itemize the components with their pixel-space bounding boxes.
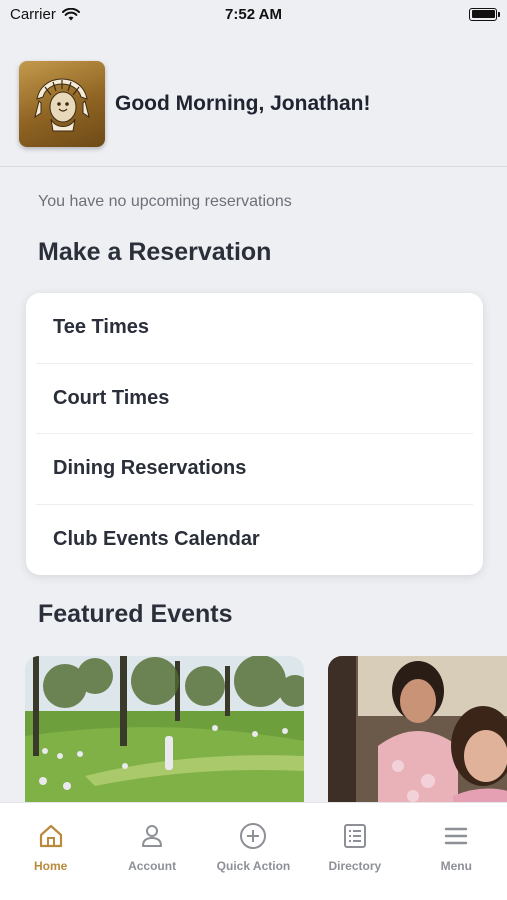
featured-events-carousel[interactable] (25, 656, 507, 802)
event-image-golf-course (25, 656, 304, 802)
header: Good Morning, Jonathan! (19, 60, 488, 148)
event-image-members (328, 656, 507, 802)
club-logo (19, 61, 105, 147)
tab-home-label: Home (34, 859, 68, 873)
tab-menu[interactable]: Menu (406, 821, 507, 900)
event-card-golf-course[interactable] (25, 656, 304, 802)
tab-account[interactable]: Account (102, 821, 203, 900)
dining-reservations-button[interactable]: Dining Reservations (36, 434, 473, 505)
battery-icon (469, 7, 500, 21)
header-divider (0, 166, 507, 167)
tab-directory[interactable]: Directory (304, 821, 405, 900)
status-bar: Carrier 7:52 AM (0, 0, 507, 28)
person-icon (140, 821, 164, 851)
carrier-label: Carrier (10, 5, 56, 23)
hamburger-icon (444, 821, 468, 851)
tab-quick-action[interactable]: Quick Action (203, 821, 304, 900)
reservation-options-card: Tee Times Court Times Dining Reservation… (26, 293, 483, 575)
tab-home[interactable]: Home (0, 821, 101, 900)
featured-events-title: Featured Events (38, 600, 233, 628)
list-icon (343, 821, 367, 851)
court-times-button[interactable]: Court Times (36, 364, 473, 434)
tab-directory-label: Directory (328, 859, 382, 873)
wifi-icon (61, 7, 80, 21)
event-card-members[interactable] (328, 656, 507, 802)
tab-account-label: Account (128, 859, 177, 873)
tab-quick-action-label: Quick Action (216, 859, 291, 873)
greeting-text: Good Morning, Jonathan! (115, 92, 371, 115)
plus-circle-icon (239, 821, 267, 851)
club-events-calendar-button[interactable]: Club Events Calendar (36, 505, 473, 576)
home-icon (38, 821, 64, 851)
tee-times-button[interactable]: Tee Times (36, 293, 473, 364)
make-reservation-title: Make a Reservation (38, 238, 272, 266)
bottom-tab-bar: Home Account Quick Action Directory Menu (0, 802, 507, 900)
no-reservations-text: You have no upcoming reservations (38, 193, 292, 210)
tab-menu-label: Menu (440, 859, 472, 873)
